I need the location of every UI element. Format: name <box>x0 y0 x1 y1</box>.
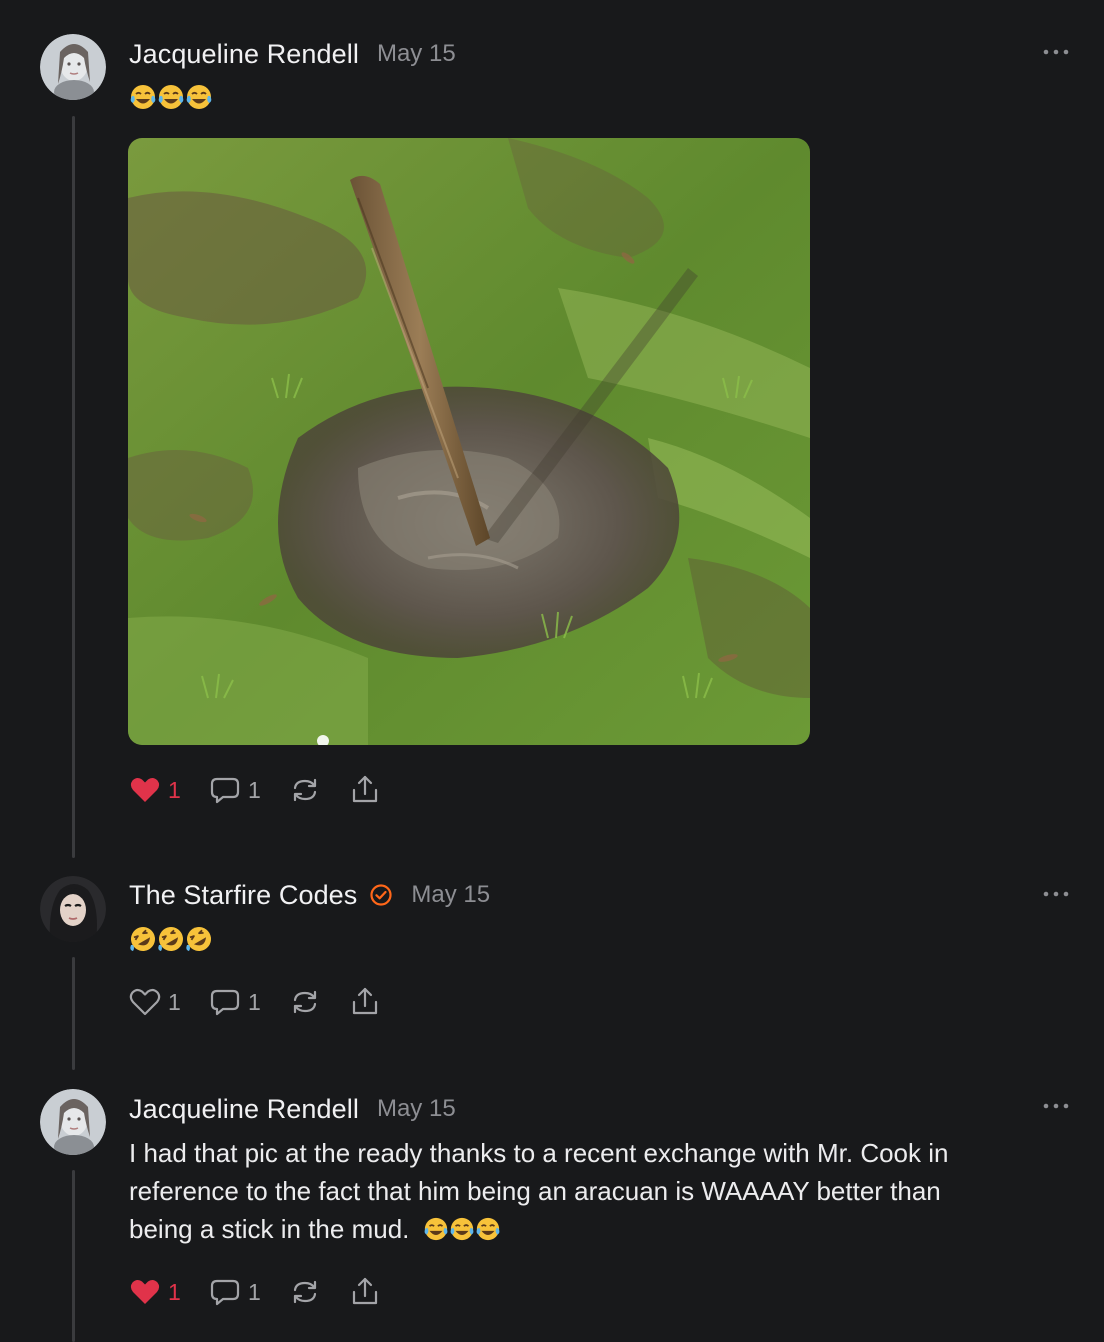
share-button[interactable] <box>348 773 382 807</box>
restack-button[interactable] <box>288 773 322 807</box>
like-button[interactable]: 1 <box>128 773 182 807</box>
thread-line <box>72 957 75 1070</box>
share-button[interactable] <box>348 1275 382 1309</box>
avatar[interactable] <box>40 876 106 942</box>
post-photo[interactable] <box>128 138 810 745</box>
comment-count: 1 <box>248 1278 261 1305</box>
avatar[interactable] <box>40 34 106 100</box>
restack-icon <box>293 778 317 802</box>
restack-button[interactable] <box>288 985 322 1019</box>
comment-thread: Jacqueline Rendell May 15 1 1 The Starfi… <box>0 0 1104 1342</box>
comment-header: Jacqueline Rendell May 15 <box>129 36 456 72</box>
like-count: 1 <box>168 1278 181 1305</box>
verified-badge-icon <box>370 884 393 906</box>
comment-count: 1 <box>248 776 261 803</box>
comment-header: Jacqueline Rendell May 15 <box>129 1091 456 1127</box>
comment-button[interactable]: 1 <box>208 985 262 1019</box>
heart-filled-icon <box>130 777 160 802</box>
comment-icon <box>210 989 240 1016</box>
comment-body <box>129 924 1059 954</box>
face-with-tears-of-joy-icon <box>424 1217 448 1241</box>
comment-button[interactable]: 1 <box>208 1275 262 1309</box>
like-count: 1 <box>168 988 181 1015</box>
more-options-icon[interactable] <box>1040 1098 1072 1114</box>
thread-line <box>72 116 75 858</box>
comment-text-line: I had that pic at the ready thanks to a … <box>129 1138 949 1168</box>
comment-icon <box>210 1279 240 1306</box>
like-count: 1 <box>168 776 181 803</box>
comment-text-line-last: being a stick in the mud. <box>129 1210 1059 1248</box>
comment-header: The Starfire Codes May 15 <box>129 877 490 913</box>
like-button[interactable]: 1 <box>128 1275 182 1309</box>
author-name[interactable]: Jacqueline Rendell <box>129 1094 359 1125</box>
rolling-on-floor-laughing-icon <box>130 927 155 951</box>
restack-icon <box>293 990 317 1014</box>
rolling-on-floor-laughing-icon <box>186 927 211 951</box>
thread-line <box>72 1170 75 1342</box>
comment-text-line: reference to the fact that him being an … <box>129 1176 941 1206</box>
comment-body <box>129 82 1059 112</box>
rolling-on-floor-laughing-icon <box>158 927 183 951</box>
post-actions: 1 1 <box>128 770 408 810</box>
share-button[interactable] <box>348 985 382 1019</box>
face-with-tears-of-joy-icon <box>158 85 184 109</box>
share-icon <box>352 987 378 1015</box>
share-icon <box>352 1277 378 1305</box>
face-with-tears-of-joy-icon <box>450 1217 474 1241</box>
comment-icon <box>210 777 240 804</box>
post-date[interactable]: May 15 <box>377 40 456 68</box>
comment-count: 1 <box>248 988 261 1015</box>
comment-text: being a stick in the mud. <box>129 1214 410 1244</box>
post-date[interactable]: May 15 <box>377 1095 456 1123</box>
face-with-tears-of-joy-icon <box>130 85 156 109</box>
comment-body: I had that pic at the ready thanks to a … <box>129 1134 1059 1248</box>
post-actions: 1 1 <box>128 1272 408 1312</box>
like-button[interactable]: 1 <box>128 985 182 1019</box>
post-actions: 1 1 <box>128 982 408 1022</box>
post-date[interactable]: May 15 <box>411 881 490 909</box>
muddy-stick-photo-icon <box>128 138 810 745</box>
restack-icon <box>293 1280 317 1304</box>
more-options-icon[interactable] <box>1040 886 1072 902</box>
face-with-tears-of-joy-icon <box>186 85 212 109</box>
author-name[interactable]: The Starfire Codes <box>129 880 357 911</box>
avatar[interactable] <box>40 1089 106 1155</box>
face-with-tears-of-joy-icon <box>476 1217 500 1241</box>
author-name[interactable]: Jacqueline Rendell <box>129 39 359 70</box>
more-options-icon[interactable] <box>1040 44 1072 60</box>
heart-filled-icon <box>130 1279 160 1304</box>
restack-button[interactable] <box>288 1275 322 1309</box>
comment-button[interactable]: 1 <box>208 773 262 807</box>
heart-outline-icon <box>129 988 161 1016</box>
share-icon <box>352 775 378 803</box>
